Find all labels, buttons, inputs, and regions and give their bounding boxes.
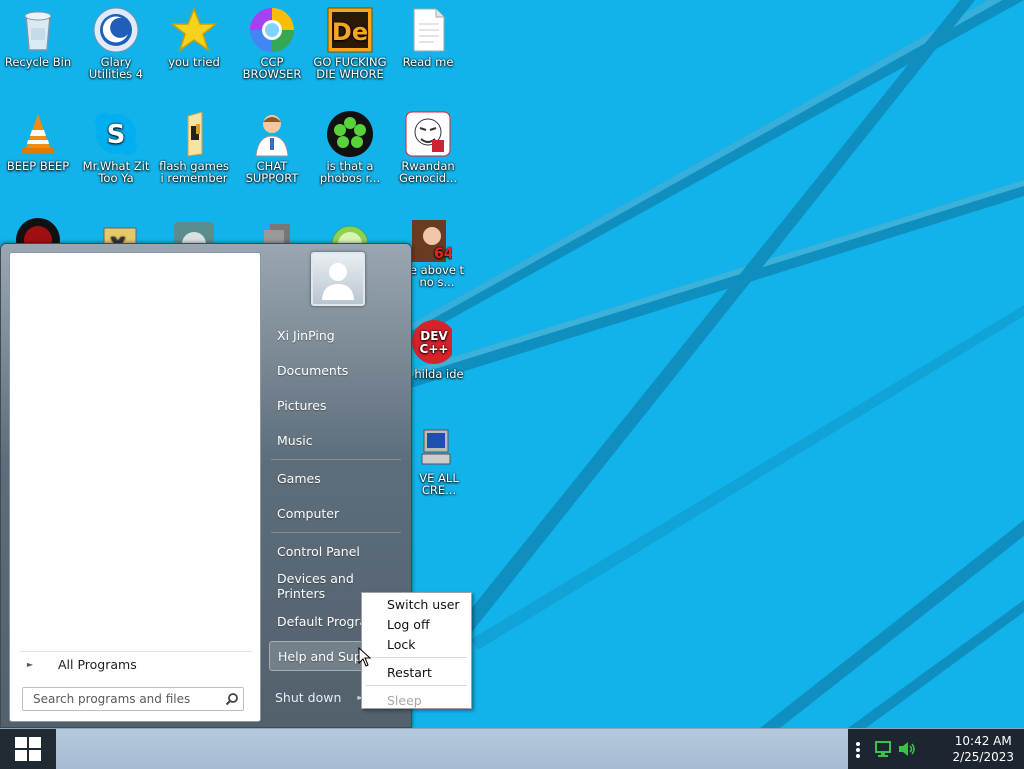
folder-icon [170,110,218,158]
clock-date: 2/25/2023 [952,750,1014,764]
start-button[interactable] [0,729,56,769]
arrow-right-icon: ► [26,659,34,669]
start-menu: ► All Programs Xi JinPing Documents Pict… [0,243,412,728]
system-tray: 10:42 AM 2/25/2023 [848,729,1024,769]
taskbar: 10:42 AM 2/25/2023 [0,728,1024,769]
desktop-icon-flash-games[interactable]: flash games i remember [156,104,232,184]
desktop-icon-rwandan[interactable]: Rwandan Genocid... [390,104,466,184]
start-menu-programs-pane: ► All Programs [9,252,261,722]
taskbar-clock[interactable]: 10:42 AM 2/25/2023 [952,733,1014,765]
desktop-icon-label: is that a phobos r... [319,159,381,185]
recycle-bin-icon [14,6,62,54]
rage-comic-icon [404,110,452,158]
desktop-icon-label: BEEP BEEP [6,159,70,173]
search-input[interactable] [31,691,221,707]
icq-flower-icon [326,110,374,158]
volume-icon[interactable] [898,741,916,757]
start-item-music[interactable]: Music [269,425,403,455]
desktop-icon-you-tried[interactable]: you tried [156,0,232,68]
clock-time: 10:42 AM [954,734,1012,748]
windows-logo-icon [15,737,41,761]
start-menu-divider [271,532,401,533]
desktop-icon-de-app[interactable]: De GO FUCKING DIE WHORE [312,0,388,80]
start-item-documents[interactable]: Documents [269,355,403,385]
skype-icon: S [92,110,140,158]
search-icon[interactable] [221,688,243,710]
svg-text:C++: C++ [420,342,449,356]
menu-item-restart[interactable]: Restart [387,665,432,680]
start-item-control-panel[interactable]: Control Panel [269,536,403,566]
menu-item-log-off[interactable]: Log off [387,617,430,632]
start-item-computer[interactable]: Computer [269,498,403,528]
desktop-icon-label: Read me [402,55,454,69]
desktop-icon-label: Glary Utilities 4 [88,55,144,81]
desktop-icon-read-me[interactable]: Read me [390,0,466,68]
desktop-icon-label: Recycle Bin [4,55,72,69]
user-avatar[interactable] [311,252,365,306]
start-item-games[interactable]: Games [269,463,403,493]
menu-item-lock[interactable]: Lock [387,637,416,652]
menu-separator [366,657,467,658]
menu-item-switch-user[interactable]: Switch user [387,597,460,612]
user-silhouette-icon [322,263,354,300]
desktop-icon-label: GO FUCKING DIE WHORE [313,55,387,81]
de-app-icon: De [326,6,374,54]
menu-separator [366,685,467,686]
svg-text:De: De [332,18,368,46]
star-icon [169,6,219,54]
start-item-user[interactable]: Xi JinPing [269,320,403,350]
vlc-icon [14,110,62,158]
desktop-icon-label: CCP BROWSER [242,55,302,81]
shutdown-button[interactable]: Shut down ► [269,684,371,710]
desktop-icon-label: flash games i remember [159,159,229,185]
desktop-icon-label: Rwandan Genocid... [398,159,458,185]
desktop-icon-chat-support[interactable]: CHAT SUPPORT [234,104,310,184]
start-menu-divider [271,459,401,460]
all-programs-item[interactable]: ► All Programs [20,651,252,676]
svg-text:DEV: DEV [420,329,448,343]
svg-text:S: S [107,120,126,150]
text-file-icon [404,6,452,54]
desktop-icon-glary-utilities[interactable]: Glary Utilities 4 [78,0,154,80]
desktop-icon-skype[interactable]: S Mr.What Zit Too Ya [78,104,154,184]
svg-text:64: 64 [434,246,452,262]
desktop-icon-ccp-browser[interactable]: CCP BROWSER [234,0,310,80]
desktop-icon-recycle-bin[interactable]: Recycle Bin [0,0,76,68]
mouse-pointer-icon [358,647,372,667]
desktop-icon-beep-beep[interactable]: BEEP BEEP [0,104,76,172]
desktop-icon-label: Mr.What Zit Too Ya [82,159,150,185]
desktop-icon-phobos[interactable]: is that a phobos r... [312,104,388,184]
menu-item-sleep: Sleep [387,693,422,708]
all-programs-label: All Programs [58,656,137,672]
desktop-icon-label: CHAT SUPPORT [245,159,299,185]
show-hidden-icons-icon[interactable] [854,741,862,759]
start-search-box[interactable] [22,687,244,711]
network-icon[interactable] [874,741,892,757]
browser-icon [248,6,296,54]
shutdown-options-menu: Switch user Log off Lock Restart Sleep [361,592,472,709]
start-item-pictures[interactable]: Pictures [269,390,403,420]
desktop-icon-label: you tried [168,55,220,69]
support-person-icon [248,110,296,158]
glary-utilities-icon [92,6,140,54]
shutdown-label: Shut down [275,689,342,705]
